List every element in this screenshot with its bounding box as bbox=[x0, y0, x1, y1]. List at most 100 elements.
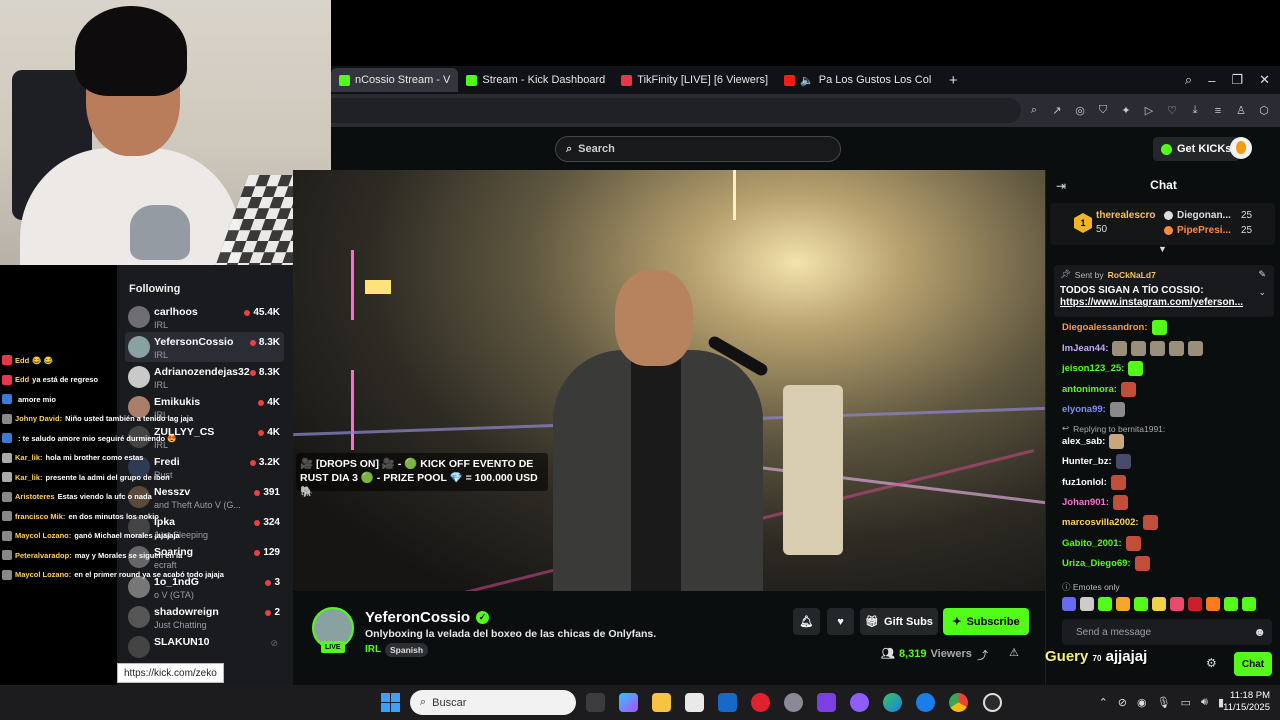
tab-kick-dashboard[interactable]: Stream - Kick Dashboard bbox=[458, 68, 613, 92]
unpin-icon[interactable]: ✎ bbox=[1258, 269, 1266, 280]
following-item[interactable]: YefersonCossio IRL 8.3K bbox=[125, 332, 284, 362]
chat-send-button[interactable]: Chat bbox=[1234, 652, 1272, 676]
streamer-name[interactable]: YeferonCossio ✓ bbox=[365, 609, 490, 626]
chat-username[interactable]: antonimora: bbox=[1062, 384, 1117, 395]
emote-picker-icon[interactable] bbox=[1224, 597, 1238, 611]
bell-icon: 🔔︎ bbox=[799, 616, 814, 628]
settings-icon[interactable] bbox=[784, 693, 803, 712]
following-item[interactable]: Adrianozendejas32 IRL 8.3K bbox=[125, 362, 284, 392]
share-icon[interactable]: ↗ bbox=[1051, 104, 1063, 117]
tab-kick-stream[interactable]: nCossio Stream - V bbox=[331, 68, 459, 92]
messenger-icon[interactable] bbox=[850, 693, 869, 712]
emote-picker-icon[interactable] bbox=[1206, 597, 1220, 611]
volume-icon[interactable]: 🔊︎ bbox=[1201, 696, 1208, 709]
minimize-icon[interactable]: – bbox=[1208, 73, 1215, 88]
address-bar[interactable] bbox=[331, 98, 1021, 123]
following-item[interactable]: carlhoos IRL 45.4K bbox=[125, 302, 284, 332]
user-avatar[interactable] bbox=[1230, 137, 1252, 159]
get-kicks-button[interactable]: Get KICKs bbox=[1153, 137, 1240, 161]
gear-icon[interactable]: ⚙ bbox=[1206, 656, 1217, 670]
search-input[interactable]: ⌕ Search bbox=[555, 136, 841, 162]
emote-picker-icon[interactable] bbox=[1242, 597, 1256, 611]
follow-button[interactable]: ♥ bbox=[827, 608, 854, 635]
chat-username[interactable]: alex_sab: bbox=[1062, 436, 1105, 447]
chat-username[interactable]: marcosvilla2002: bbox=[1062, 517, 1139, 528]
gift-subs-button[interactable]: 🎁︎ Gift Subs bbox=[860, 608, 938, 635]
stream-category[interactable]: IRL bbox=[365, 644, 381, 655]
extension-icon[interactable]: ✦ bbox=[1120, 104, 1132, 117]
media-app-icon[interactable] bbox=[817, 693, 836, 712]
share-icon[interactable]: ⤴ bbox=[977, 647, 988, 663]
copilot-icon[interactable] bbox=[619, 693, 638, 712]
media-player-icon[interactable] bbox=[983, 693, 1002, 712]
chat-username[interactable]: Gabito_2001: bbox=[1062, 538, 1122, 549]
store-icon[interactable] bbox=[685, 693, 704, 712]
heart-icon[interactable]: ♡ bbox=[1166, 104, 1178, 117]
tab-youtube[interactable]: 🔈 Pa Los Gustos Los Col bbox=[776, 68, 939, 92]
microphone-icon[interactable]: 🎙︎ bbox=[1157, 696, 1171, 709]
pinned-link[interactable]: https://www.instagram.com/yeferson... bbox=[1060, 297, 1250, 308]
chat-input[interactable]: Send a message ☻ bbox=[1062, 619, 1272, 645]
obs-icon[interactable]: ◉ bbox=[1137, 696, 1147, 709]
windows-start-icon[interactable] bbox=[381, 693, 400, 712]
zoom-icon[interactable]: ⌕ bbox=[1028, 104, 1040, 117]
following-item[interactable]: SLAKUN10 ⊘ bbox=[125, 632, 284, 662]
emoji-icon[interactable]: ☻ bbox=[1253, 625, 1266, 639]
chat-username[interactable]: Hunter_bz: bbox=[1062, 456, 1112, 467]
shield-icon[interactable]: ⛉ bbox=[1097, 104, 1109, 117]
emote-picker-icon[interactable] bbox=[1080, 597, 1094, 611]
chevron-up-icon[interactable]: ⌃ bbox=[1099, 696, 1108, 709]
opera-icon[interactable] bbox=[751, 693, 770, 712]
report-icon[interactable]: ⚠ bbox=[1009, 646, 1019, 659]
leaderboard-entry[interactable]: Diegonan... 25 bbox=[1164, 210, 1252, 221]
chat-username[interactable]: jeison123_25: bbox=[1062, 363, 1124, 374]
chevron-down-icon[interactable]: ⌄ bbox=[1258, 287, 1266, 298]
expand-leaderboard-icon[interactable]: ▼ bbox=[1158, 244, 1167, 254]
search-tabs-icon[interactable]: ⌕ bbox=[1185, 72, 1192, 88]
outlook-icon[interactable] bbox=[718, 693, 737, 712]
emote-picker-icon[interactable] bbox=[1062, 597, 1076, 611]
file-explorer-icon[interactable] bbox=[652, 693, 671, 712]
emote-picker-icon[interactable] bbox=[1116, 597, 1130, 611]
play-icon[interactable]: ▷ bbox=[1143, 104, 1155, 117]
following-item[interactable]: shadowreign Just Chatting 2 bbox=[125, 602, 284, 632]
chat-username[interactable]: Diegoalessandron: bbox=[1062, 322, 1148, 333]
sent-by-user[interactable]: RoCkNaLd7 bbox=[1108, 270, 1156, 280]
emote-picker-icon[interactable] bbox=[1170, 597, 1184, 611]
restore-icon[interactable]: ❐ bbox=[1231, 72, 1243, 88]
display-icon[interactable]: ▭ bbox=[1181, 696, 1191, 709]
chat-username[interactable]: Johan901: bbox=[1062, 497, 1109, 508]
notifications-button[interactable]: 🔔︎ bbox=[793, 608, 820, 635]
channel-viewers: 8.3K bbox=[249, 337, 280, 348]
download-icon[interactable]: ⤓ bbox=[1189, 104, 1201, 117]
subscribe-button[interactable]: ✦ Subscribe bbox=[943, 608, 1029, 635]
profile-icon[interactable]: ♙ bbox=[1235, 104, 1247, 117]
chat-username[interactable]: fuz1onlol: bbox=[1062, 477, 1107, 488]
new-tab-button[interactable]: + bbox=[943, 70, 963, 90]
taskbar-search[interactable]: ⌕ Buscar bbox=[410, 690, 576, 715]
chrome-icon[interactable] bbox=[949, 693, 968, 712]
leaderboard-top-name[interactable]: therealescro bbox=[1096, 210, 1155, 221]
box-icon[interactable]: ⬡ bbox=[1258, 104, 1270, 117]
task-view-icon[interactable] bbox=[586, 693, 605, 712]
menu-icon[interactable]: ≡ bbox=[1212, 105, 1224, 117]
clock[interactable]: 11:18 PM 11/15/2025 bbox=[1223, 690, 1270, 714]
emote-picker-icon[interactable] bbox=[1188, 597, 1202, 611]
camera-icon[interactable]: ◎ bbox=[1074, 104, 1086, 117]
chat-username[interactable]: ImJean44: bbox=[1062, 343, 1108, 354]
video-player[interactable] bbox=[293, 170, 1045, 591]
chat-username[interactable]: Uriza_Diego69: bbox=[1062, 558, 1131, 569]
hidden-icon[interactable]: ⊘ bbox=[1118, 696, 1127, 709]
edge-icon[interactable] bbox=[883, 693, 902, 712]
pinned-message: 📌︎ Sent by RoCkNaLd7 TODOS SIGAN A TÍO C… bbox=[1054, 265, 1274, 317]
close-icon[interactable]: ✕ bbox=[1259, 72, 1270, 88]
emote-picker-icon[interactable] bbox=[1152, 597, 1166, 611]
edge-dev-icon[interactable] bbox=[916, 693, 935, 712]
tab-tikfinity[interactable]: TikFinity [LIVE] [6 Viewers] bbox=[613, 68, 776, 92]
emote-picker-icon[interactable] bbox=[1134, 597, 1148, 611]
leaderboard-entry[interactable]: PipePresi... 25 bbox=[1164, 225, 1252, 236]
search-placeholder: Search bbox=[578, 143, 615, 155]
stream-language-tag[interactable]: Spanish bbox=[385, 643, 429, 657]
emote-picker-icon[interactable] bbox=[1098, 597, 1112, 611]
chat-username[interactable]: elyona99: bbox=[1062, 404, 1106, 415]
